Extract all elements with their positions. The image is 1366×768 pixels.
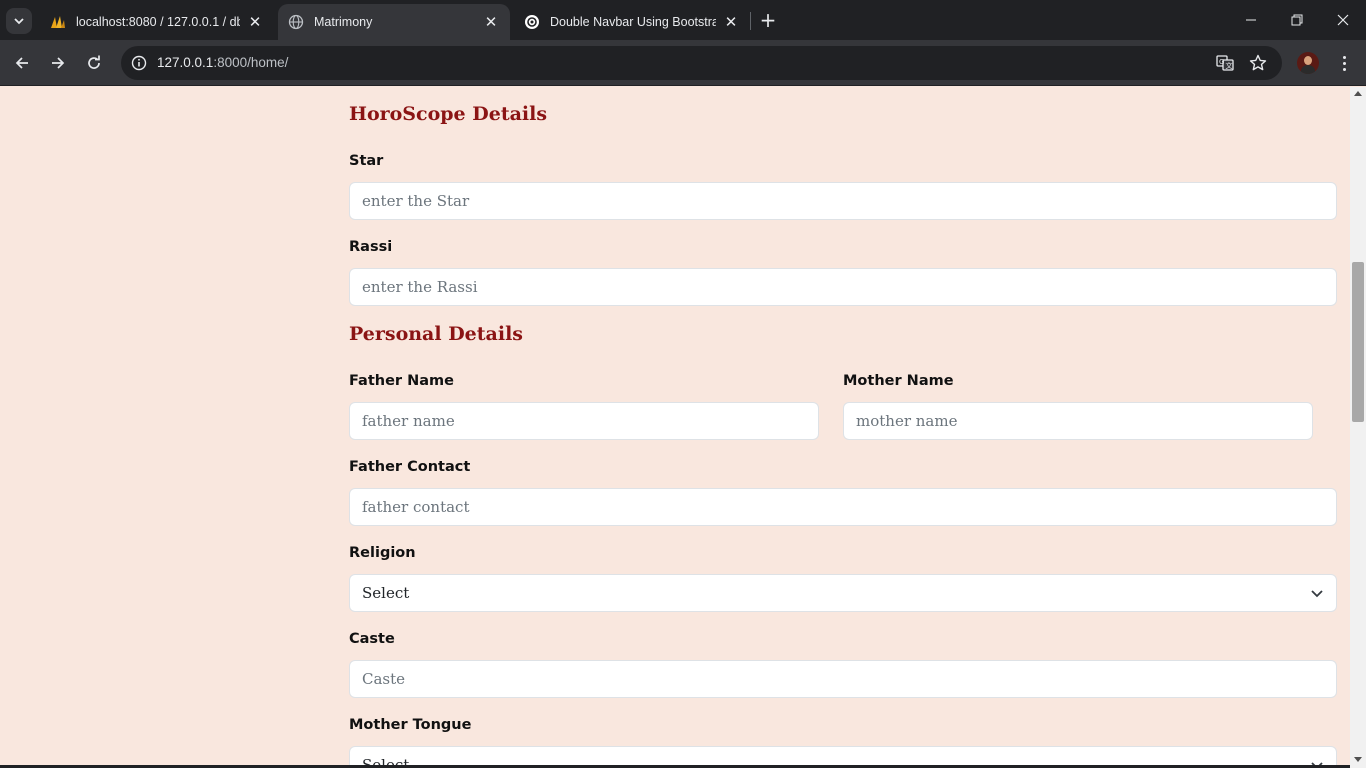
tab-search-button[interactable] — [6, 8, 32, 34]
personal-section-title: Personal Details — [349, 323, 523, 345]
profile-avatar[interactable] — [1297, 52, 1319, 74]
new-tab-button[interactable]: + — [756, 8, 780, 32]
url-path: :8000/home/ — [213, 55, 289, 70]
plus-icon: + — [759, 8, 777, 32]
site-info-icon[interactable] — [129, 53, 149, 73]
translate-icon[interactable]: G文 — [1215, 53, 1235, 73]
minimize-button[interactable] — [1228, 0, 1274, 40]
arrow-left-icon — [15, 57, 28, 69]
religion-label: Religion — [349, 545, 416, 561]
father-name-label: Father Name — [349, 373, 454, 389]
forward-button[interactable] — [44, 49, 72, 77]
star-label: Star — [349, 153, 384, 169]
tab-title: localhost:8080 / 127.0.0.1 / db2 — [76, 15, 240, 29]
bookmark-star-icon[interactable] — [1248, 53, 1268, 73]
religion-selected-value: Select — [362, 584, 410, 602]
url-text[interactable]: 127.0.0.1:8000/home/ — [157, 55, 288, 70]
svg-text:G: G — [1219, 58, 1224, 66]
minimize-icon — [1246, 19, 1256, 21]
close-window-button[interactable] — [1320, 0, 1366, 40]
star-input[interactable] — [349, 182, 1337, 220]
tab-title: Matrimony — [314, 15, 373, 29]
browser-toolbar: 127.0.0.1:8000/home/ G文 — [0, 40, 1366, 86]
scrollbar-thumb[interactable] — [1352, 262, 1364, 422]
tab-divider — [750, 12, 751, 30]
caste-label: Caste — [349, 631, 395, 647]
back-button[interactable] — [8, 49, 36, 77]
tab-phpmyadmin[interactable]: localhost:8080 / 127.0.0.1 / db2 ✕ — [40, 4, 274, 40]
scroll-down-arrow-icon[interactable] — [1354, 757, 1362, 762]
father-contact-input[interactable] — [349, 488, 1337, 526]
restore-icon — [1291, 14, 1303, 26]
rassi-input[interactable] — [349, 268, 1337, 306]
tab-matrimony[interactable]: Matrimony ✕ — [278, 4, 510, 40]
tab-double-navbar[interactable]: Double Navbar Using Bootstrap ✕ — [514, 4, 750, 40]
dot — [1342, 61, 1346, 65]
tab-title: Double Navbar Using Bootstrap — [550, 15, 716, 29]
arrow-right-icon — [52, 57, 65, 69]
chevron-down-icon — [14, 18, 24, 25]
close-icon — [1337, 14, 1349, 26]
browser-menu-button[interactable] — [1334, 51, 1354, 75]
url-host: 127.0.0.1 — [157, 55, 214, 70]
close-icon[interactable]: ✕ — [246, 13, 264, 31]
caste-input[interactable] — [349, 660, 1337, 698]
scroll-up-arrow-icon[interactable] — [1354, 91, 1362, 96]
phpmyadmin-icon — [50, 14, 66, 30]
restore-button[interactable] — [1274, 0, 1320, 40]
mother-tongue-label: Mother Tongue — [349, 717, 472, 733]
address-bar[interactable]: 127.0.0.1:8000/home/ G文 — [121, 46, 1282, 80]
chatgpt-icon — [524, 14, 540, 30]
page-scrollbar[interactable] — [1350, 87, 1366, 768]
reload-icon — [88, 55, 100, 69]
dot — [1342, 67, 1346, 71]
mother-name-input[interactable] — [843, 402, 1313, 440]
chevron-down-icon — [1311, 590, 1323, 598]
close-icon[interactable]: ✕ — [722, 13, 740, 31]
father-contact-label: Father Contact — [349, 459, 471, 475]
mother-name-label: Mother Name — [843, 373, 954, 389]
svg-text:文: 文 — [1226, 61, 1233, 70]
rassi-label: Rassi — [349, 239, 393, 255]
father-name-input[interactable] — [349, 402, 819, 440]
reload-button[interactable] — [80, 49, 108, 77]
religion-select[interactable]: Select — [349, 574, 1337, 612]
dot — [1342, 55, 1346, 59]
close-icon[interactable]: ✕ — [482, 13, 500, 31]
tab-strip: localhost:8080 / 127.0.0.1 / db2 ✕ Matri… — [0, 0, 1366, 40]
page-viewport: HoroScope Details Star Rassi Personal De… — [0, 87, 1350, 768]
horoscope-section-title: HoroScope Details — [349, 103, 548, 125]
globe-icon — [288, 14, 304, 30]
